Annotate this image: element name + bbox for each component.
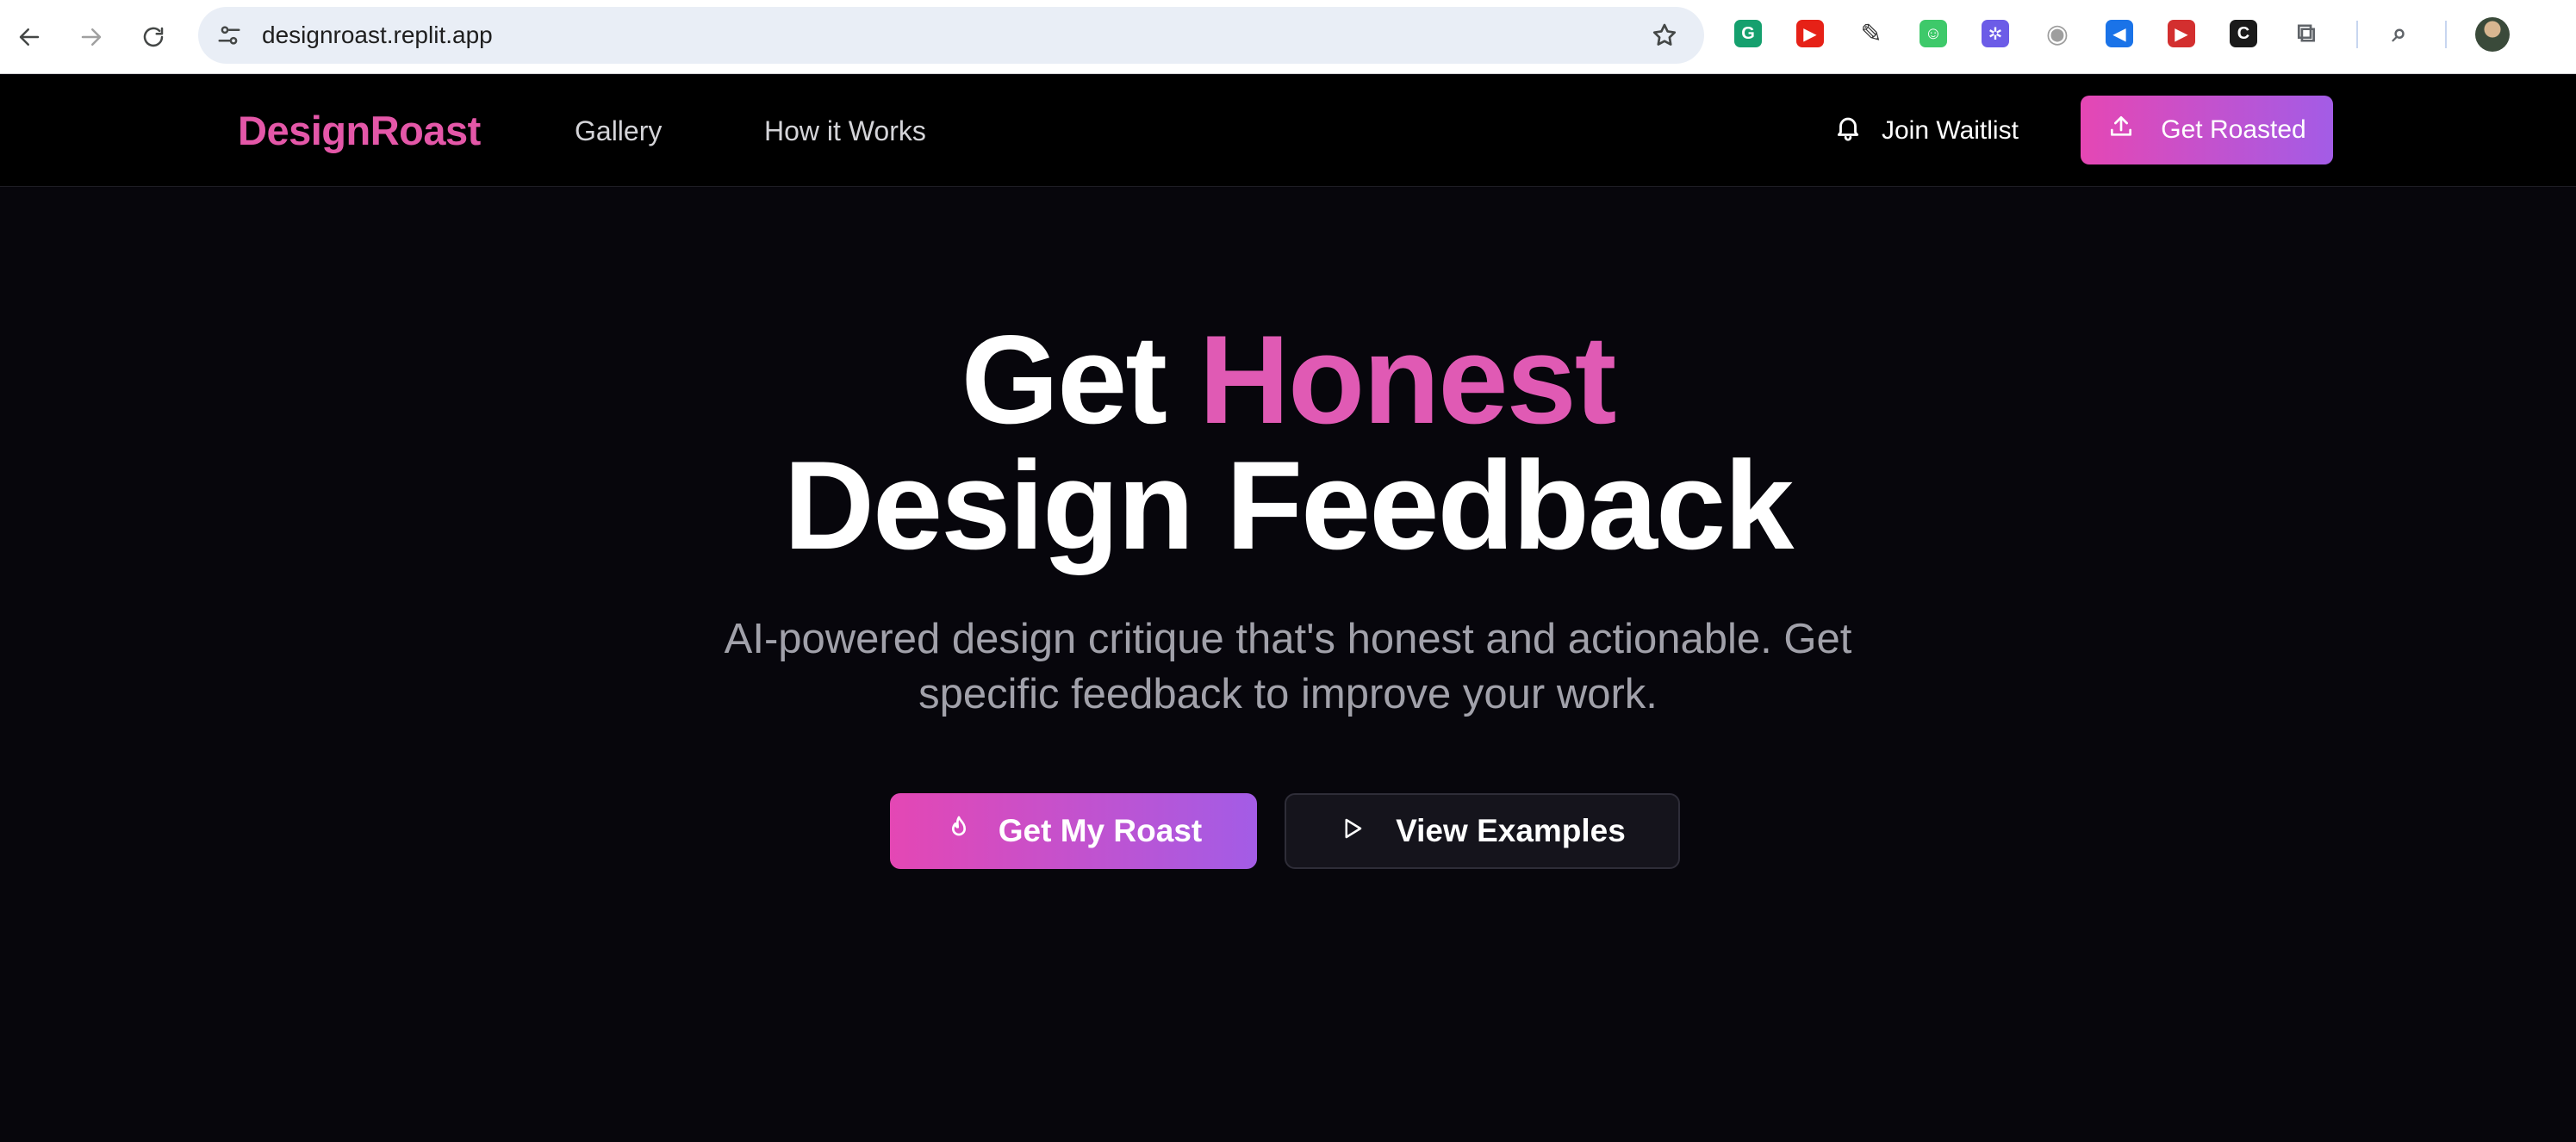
- purple-extension-icon-glyph: ✲: [1982, 20, 2009, 47]
- reload-icon[interactable]: [133, 16, 174, 58]
- toolbar-divider: [2356, 21, 2358, 48]
- youtube-icon-glyph: ▶: [1796, 20, 1824, 47]
- hero-title-accent: Honest: [1198, 309, 1617, 450]
- play-icon: [1339, 813, 1365, 849]
- forward-arrow-icon[interactable]: [71, 16, 112, 58]
- url-text[interactable]: designroast.replit.app: [262, 7, 493, 64]
- nav-link-how-it-works[interactable]: How it Works: [764, 75, 926, 187]
- hero-title-line2: Design Feedback: [783, 435, 1795, 575]
- get-roasted-label: Get Roasted: [2161, 115, 2306, 144]
- hero-subtitle: AI-powered design critique that's honest…: [0, 611, 2576, 722]
- toolbar-divider: [2445, 21, 2447, 48]
- purple-extension-icon[interactable]: ✲: [1979, 17, 2012, 50]
- hero-title-prefix: Get: [961, 309, 1167, 450]
- back-arrow-icon[interactable]: [9, 16, 50, 58]
- black-c-icon[interactable]: C: [2227, 17, 2260, 50]
- tab-search-icon[interactable]: ⌕: [2383, 17, 2416, 50]
- red-forward-icon[interactable]: ▶: [2165, 17, 2198, 50]
- eyedropper-icon[interactable]: ✎: [1855, 17, 1888, 50]
- view-examples-button[interactable]: View Examples: [1285, 793, 1680, 869]
- join-waitlist-button[interactable]: Join Waitlist: [1833, 75, 2019, 187]
- flame-icon: [945, 813, 973, 849]
- join-waitlist-label: Join Waitlist: [1882, 116, 2019, 145]
- green-extension-icon-glyph: ☺: [1920, 20, 1947, 47]
- get-my-roast-button[interactable]: Get My Roast: [890, 793, 1257, 869]
- hero-subtitle-line1: AI-powered design critique that's honest…: [724, 616, 1852, 662]
- star-icon[interactable]: [1647, 18, 1682, 53]
- get-my-roast-label: Get My Roast: [998, 813, 1203, 848]
- youtube-icon[interactable]: ▶: [1794, 17, 1826, 50]
- grammarly-icon[interactable]: G: [1732, 17, 1764, 50]
- puzzle-extensions-icon[interactable]: ⧉: [2290, 17, 2323, 50]
- logo[interactable]: DesignRoast: [238, 75, 481, 187]
- hero-subtitle-line2: specific feedback to improve your work.: [918, 671, 1658, 717]
- profile-avatar[interactable]: [2475, 17, 2510, 52]
- hero-section: Get Honest Design Feedback AI-powered de…: [0, 188, 2576, 1142]
- camera-icon-glyph: ◉: [2045, 19, 2069, 48]
- get-roasted-button[interactable]: Get Roasted: [2081, 96, 2333, 164]
- puzzle-extensions-icon-glyph: ⧉: [2297, 19, 2316, 47]
- browser-toolbar: designroast.replit.app G ▶ ✎ ☺ ✲ ◉ ◀ ▶ C ⧉ ⌕: [0, 0, 2576, 74]
- grammarly-icon-glyph: G: [1734, 20, 1762, 47]
- bell-icon: [1833, 113, 1863, 149]
- green-extension-icon[interactable]: ☺: [1917, 17, 1950, 50]
- view-examples-label: View Examples: [1396, 813, 1626, 848]
- address-bar[interactable]: designroast.replit.app: [198, 7, 1704, 64]
- eyedropper-icon-glyph: ✎: [1860, 19, 1882, 48]
- black-c-icon-glyph: C: [2230, 20, 2257, 47]
- site-header: DesignRoast Gallery How it Works Join Wa…: [0, 75, 2576, 187]
- blue-rewind-icon-glyph: ◀: [2106, 20, 2133, 47]
- tab-search-icon-glyph: ⌕: [2392, 19, 2407, 47]
- camera-icon[interactable]: ◉: [2041, 17, 2074, 50]
- red-forward-icon-glyph: ▶: [2168, 20, 2195, 47]
- blue-rewind-icon[interactable]: ◀: [2103, 17, 2136, 50]
- tune-icon[interactable]: [212, 18, 246, 53]
- hero-title: Get Honest Design Feedback: [0, 317, 2576, 568]
- nav-link-gallery[interactable]: Gallery: [575, 75, 662, 187]
- upload-icon: [2107, 113, 2135, 147]
